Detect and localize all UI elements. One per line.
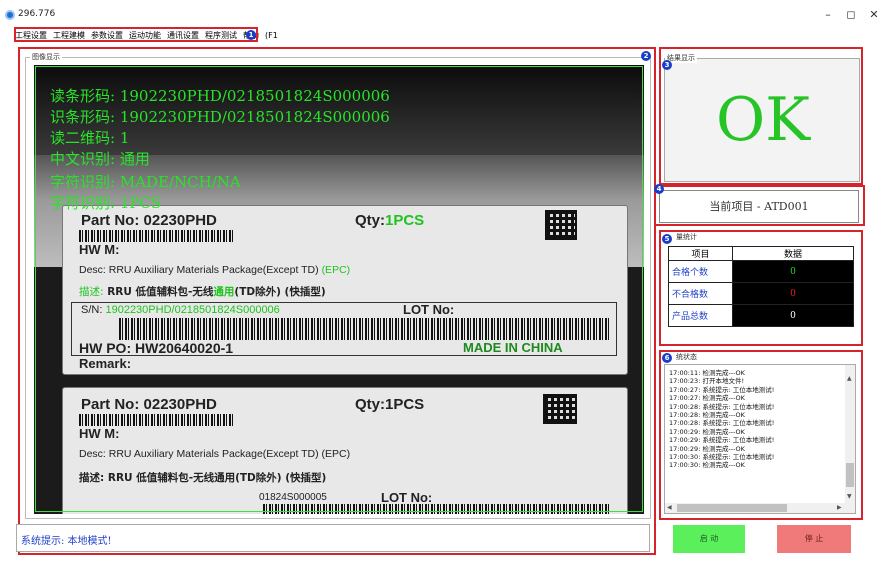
stats-panel-label: 量统计 (674, 232, 699, 242)
overlay-char-ocr-1: 字符识别: MADE/NCH/NA (50, 173, 241, 191)
stats-header-data: 数据 (732, 246, 854, 261)
label1-sn: S/N: 1902230PHD/0218501824S000006 (81, 304, 280, 316)
log-line: 17:00:23: 打开本地文件! (669, 377, 745, 386)
stats-pass-value: 0 (732, 260, 854, 283)
overlay-qr-code: 读二维码: 1 (50, 129, 130, 147)
restore-button[interactable]: ◻ (841, 8, 861, 21)
label2-qty: Qty:1PCS (355, 396, 425, 413)
badge-4: 4 (654, 184, 664, 194)
label1-made: MADE IN CHINA (463, 340, 563, 355)
log-line: 17:00:27: 系统提示: 工位本地测试! (669, 385, 775, 394)
log-line: 17:00:30: 检测完成---OK (669, 461, 745, 470)
label2-desc: Desc: RRU Auxiliary Materials Package(Ex… (79, 448, 351, 460)
label1-sn-prefix: S/N: (81, 304, 103, 316)
label1-desc: Desc: RRU Auxiliary Materials Package(Ex… (79, 264, 350, 276)
result-value: OK (715, 85, 810, 155)
log-line: 17:00:29: 检测完成---OK (669, 427, 745, 436)
label2-lot: LOT No: (381, 490, 433, 505)
stats-total-value: 0 (732, 304, 854, 327)
badge-1: 1 (246, 30, 256, 40)
label1-qty: Qty:1PCS (355, 212, 424, 229)
log-horizontal-scrollbar[interactable]: ◀ ▶ (665, 503, 855, 513)
label1-qty-value: 1PCS (385, 212, 425, 229)
stats-pass-label: 合格个数 (668, 260, 733, 283)
stats-header-item: 项目 (668, 246, 733, 261)
log-line: 17:00:28: 系统提示: 工位本地测试! (669, 402, 775, 411)
label1-cn-a: RRU 低值辅料包-无线 (107, 286, 214, 298)
label1-desc-text: Desc: RRU Auxiliary Materials Package(Ex… (79, 264, 319, 276)
overlay-chinese-ocr: 中文识别: 通用 (50, 150, 150, 168)
label1-sn-value: 1902230PHD/0218501824S000006 (105, 304, 280, 316)
label1-remark: Remark: (79, 356, 132, 371)
log-line: 17:00:28: 系统提示: 工位本地测试! (669, 419, 775, 428)
overlay-char-ocr-2: 字符识别: 1PCS (50, 194, 162, 212)
menu-highlight-frame (14, 27, 258, 42)
label1-desc-tag: (EPC) (321, 264, 351, 276)
label1-qr-code (545, 210, 577, 240)
stats-fail-label: 不合格数 (668, 282, 733, 305)
log-line: 17:00:29: 检测完成---OK (669, 444, 745, 453)
log-line: 17:00:29: 系统提示: 工位本地测试! (669, 436, 775, 445)
label1-barcode-sn (119, 318, 609, 340)
log-panel-label: 统状态 (674, 352, 699, 362)
scroll-right-icon[interactable]: ▶ (837, 504, 842, 511)
label1-cn-b: 通用 (213, 286, 235, 298)
log-line: 17:00:27: 检测完成---OK (669, 394, 745, 403)
label1-cn-prefix: 描述: (79, 286, 104, 298)
camera-image: Part No: 02230PHD Qty:1PCS HW M: Desc: R… (34, 65, 644, 514)
label2-cn-desc: 描述: RRU 低值辅料包-无线通用(TD除外) (快插型) (79, 472, 327, 484)
label1-po: HW PO: HW20640020-1 (79, 340, 234, 356)
title-bar: 296.776 – ◻ ✕ (0, 0, 885, 28)
log-vertical-thumb[interactable] (846, 463, 854, 487)
overlay-recognized-barcode: 识条形码: 1902230PHD/0218501824S000006 (50, 108, 390, 126)
label2-part-no: Part No: 02230PHD (81, 396, 217, 413)
label1-hw: HW M: (79, 242, 120, 257)
product-label-2: Part No: 02230PHD Qty:1PCS HW M: Desc: R… (62, 387, 628, 514)
overlay-read-barcode: 读条形码: 1902230PHD/0218501824S000006 (50, 87, 390, 105)
stats-fail-value: 0 (732, 282, 854, 305)
system-status-bar: 系统提示: 本地模式! (16, 524, 650, 552)
scroll-up-icon[interactable]: ▲ (847, 375, 852, 382)
log-vertical-scrollbar[interactable]: ▲ ▼ (845, 365, 855, 504)
start-button[interactable]: 启 动 (673, 525, 745, 553)
scroll-left-icon[interactable]: ◀ (667, 504, 672, 511)
badge-6: 6 (662, 353, 672, 363)
label1-qty-prefix: Qty: (355, 212, 385, 229)
label2-hw: HW M: (79, 426, 120, 441)
product-label-1: Part No: 02230PHD Qty:1PCS HW M: Desc: R… (62, 205, 628, 375)
minimize-button[interactable]: – (818, 8, 838, 21)
close-button[interactable]: ✕ (864, 8, 884, 21)
label2-barcode-sn (263, 504, 609, 514)
stats-total-label: 产品总数 (668, 304, 733, 327)
log-horizontal-thumb[interactable] (677, 504, 787, 512)
current-project: 当前项目 - ATD001 (659, 190, 859, 223)
menu-help-shortcut[interactable]: (F1 (265, 31, 278, 40)
label1-part-no: Part No: 02230PHD (81, 212, 217, 229)
stop-button[interactable]: 停 止 (777, 525, 851, 553)
badge-3: 3 (662, 60, 672, 70)
stats-table: 项目 数据 合格个数 0 不合格数 0 产品总数 0 (668, 246, 854, 327)
label1-barcode-top (79, 230, 234, 242)
log-list[interactable]: 17:00:11: 检测完成---OK 17:00:23: 打开本地文件! 17… (664, 364, 856, 514)
badge-2: 2 (641, 51, 651, 61)
label1-cn-c: (TD除外) (快插型) (234, 286, 326, 298)
image-panel-label: 图像显示 (30, 52, 62, 62)
label1-cn-desc: 描述: RRU 低值辅料包-无线通用(TD除外) (快插型) (79, 284, 326, 299)
window-title: 296.776 (18, 9, 56, 19)
label2-barcode-top (79, 414, 234, 426)
label2-qr-code (543, 394, 577, 424)
scroll-down-icon[interactable]: ▼ (847, 493, 852, 500)
label2-sn-fragment: 01824S000005 (259, 492, 327, 503)
app-icon (5, 10, 15, 20)
label1-lot: LOT No: (403, 302, 455, 317)
badge-5: 5 (662, 234, 672, 244)
result-box: OK (664, 58, 860, 182)
